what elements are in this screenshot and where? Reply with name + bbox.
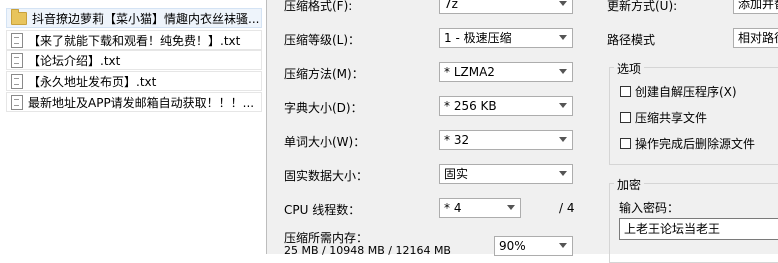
- password-value: 上老王论坛当老王: [624, 222, 721, 236]
- cpu-threads-select[interactable]: * 4: [439, 198, 521, 218]
- create-sfx-label: 创建自解压程序(X): [635, 85, 737, 99]
- dictionary-size-value: * 256 KB: [444, 99, 497, 113]
- memory-usage-value: 25 MB / 10948 MB / 12164 MB: [284, 244, 451, 257]
- chevron-down-icon: [559, 35, 567, 40]
- archive-format-label: 压缩格式(F):: [284, 0, 353, 13]
- chevron-down-icon: [507, 205, 515, 210]
- text-file-icon: [11, 52, 23, 68]
- add-to-archive-dialog: 压缩格式(F): 7z 压缩等级(L)： 1 - 极速压缩 压缩方法(M)： *…: [266, 0, 778, 263]
- cpu-threads-value: * 4: [444, 201, 462, 215]
- chevron-down-icon: [559, 137, 567, 142]
- memory-percent-value: 90%: [499, 239, 526, 253]
- path-mode-value: 相对路径: [738, 31, 778, 45]
- path-mode-select[interactable]: 相对路径: [733, 28, 778, 48]
- file-name: 【来了就能下载和观看！纯免费！】.txt: [28, 33, 241, 48]
- compression-level-select[interactable]: 1 - 极速压缩: [439, 28, 573, 48]
- file-list-item[interactable]: 最新地址及APP请发邮箱自动获取！！！...: [6, 92, 262, 112]
- text-file-icon: [11, 73, 23, 89]
- update-mode-label: 更新方式(U):: [607, 0, 678, 13]
- compression-method-value: * LZMA2: [444, 65, 495, 79]
- delete-after-option[interactable]: 操作完成后删除源文件: [620, 135, 755, 152]
- path-mode-label: 路径模式: [607, 33, 656, 47]
- file-list-item[interactable]: 【永久地址发布页】.txt: [6, 71, 262, 91]
- cpu-threads-total: / 4: [559, 201, 575, 215]
- solid-block-size-value: 固实: [444, 167, 469, 181]
- compression-level-value: 1 - 极速压缩: [444, 31, 512, 45]
- create-sfx-checkbox[interactable]: [620, 86, 631, 97]
- create-sfx-option[interactable]: 创建自解压程序(X): [620, 83, 737, 100]
- file-list-item[interactable]: 【来了就能下载和观看！纯免费！】.txt: [6, 30, 262, 50]
- compress-shared-label: 压缩共享文件: [635, 111, 708, 125]
- solid-block-size-select[interactable]: 固实: [439, 164, 573, 184]
- text-file-icon: [11, 94, 23, 110]
- chevron-down-icon: [559, 103, 567, 108]
- archive-format-value: 7z: [444, 0, 458, 11]
- password-label: 输入密码：: [619, 201, 680, 215]
- text-file-icon: [11, 32, 23, 48]
- file-name: 最新地址及APP请发邮箱自动获取！！！...: [28, 95, 255, 110]
- compress-shared-checkbox[interactable]: [620, 112, 631, 123]
- compress-shared-option[interactable]: 压缩共享文件: [620, 109, 707, 126]
- file-list-item[interactable]: 抖音撩边萝莉【菜小猫】情趣内衣丝袜骚...: [6, 8, 262, 28]
- update-mode-value: 添加并替: [738, 0, 778, 11]
- archive-format-select[interactable]: 7z: [439, 0, 573, 14]
- compression-method-select[interactable]: * LZMA2: [439, 62, 573, 82]
- delete-after-label: 操作完成后删除源文件: [635, 137, 756, 151]
- dictionary-size-label: 字典大小(D)：: [284, 101, 363, 115]
- encryption-group-title: 加密: [614, 176, 645, 193]
- memory-percent-select[interactable]: 90%: [494, 236, 573, 256]
- file-name: 【论坛介绍】.txt: [28, 53, 121, 68]
- word-size-select[interactable]: * 32: [439, 130, 573, 150]
- compression-method-label: 压缩方法(M)：: [284, 67, 364, 81]
- chevron-down-icon: [559, 171, 567, 176]
- word-size-value: * 32: [444, 133, 470, 147]
- file-name: 抖音撩边萝莉【菜小猫】情趣内衣丝袜骚...: [32, 11, 260, 26]
- file-name: 【永久地址发布页】.txt: [28, 74, 157, 89]
- dictionary-size-select[interactable]: * 256 KB: [439, 96, 573, 116]
- cpu-threads-label: CPU 线程数：: [284, 203, 361, 217]
- solid-block-size-label: 固实数据大小：: [284, 169, 369, 183]
- chevron-down-icon: [559, 1, 567, 6]
- chevron-down-icon: [559, 243, 567, 248]
- chevron-down-icon: [559, 69, 567, 74]
- file-list-pane: 抖音撩边萝莉【菜小猫】情趣内衣丝袜骚... 【来了就能下载和观看！纯免费！】.t…: [0, 0, 264, 254]
- password-input[interactable]: 上老王论坛当老王: [619, 218, 778, 240]
- folder-icon: [11, 9, 27, 25]
- update-mode-select[interactable]: 添加并替: [733, 0, 778, 14]
- compression-level-label: 压缩等级(L)：: [284, 33, 361, 47]
- word-size-label: 单词大小(W)：: [284, 135, 366, 149]
- file-list-item[interactable]: 【论坛介绍】.txt: [6, 50, 262, 70]
- options-group-title: 选项: [614, 60, 645, 77]
- delete-after-checkbox[interactable]: [620, 138, 631, 149]
